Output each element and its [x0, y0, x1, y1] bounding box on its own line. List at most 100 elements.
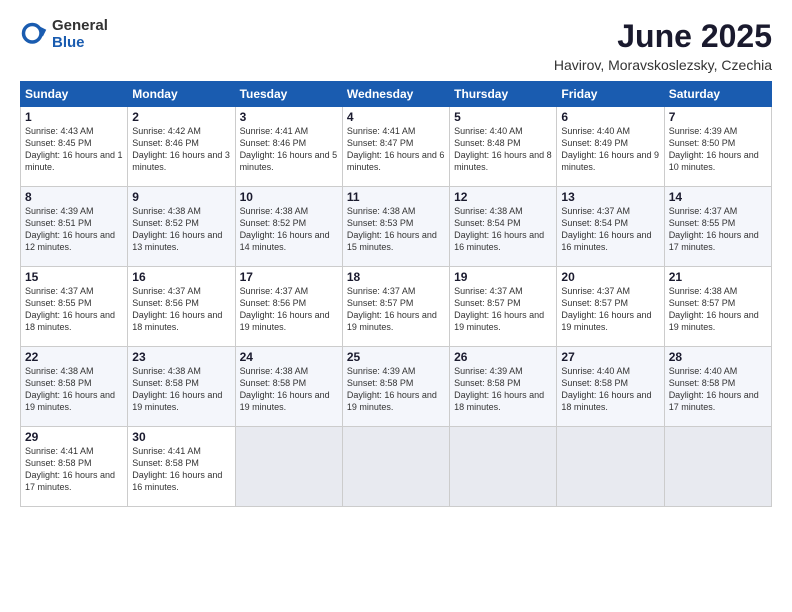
day-cell: 15Sunrise: 4:37 AMSunset: 8:55 PMDayligh… — [21, 267, 128, 347]
day-number: 11 — [347, 190, 445, 204]
calendar-table: SundayMondayTuesdayWednesdayThursdayFrid… — [20, 81, 772, 507]
weekday-sunday: Sunday — [21, 82, 128, 107]
week-row-2: 8Sunrise: 4:39 AMSunset: 8:51 PMDaylight… — [21, 187, 772, 267]
day-number: 8 — [25, 190, 123, 204]
day-cell: 14Sunrise: 4:37 AMSunset: 8:55 PMDayligh… — [664, 187, 771, 267]
weekday-saturday: Saturday — [664, 82, 771, 107]
day-number: 16 — [132, 270, 230, 284]
day-cell — [664, 427, 771, 507]
day-number: 25 — [347, 350, 445, 364]
day-cell: 2Sunrise: 4:42 AMSunset: 8:46 PMDaylight… — [128, 107, 235, 187]
day-detail: Sunrise: 4:43 AMSunset: 8:45 PMDaylight:… — [25, 125, 123, 174]
day-detail: Sunrise: 4:39 AMSunset: 8:50 PMDaylight:… — [669, 125, 767, 174]
header: General Blue June 2025 Havirov, Moravsko… — [20, 18, 772, 73]
week-row-1: 1Sunrise: 4:43 AMSunset: 8:45 PMDaylight… — [21, 107, 772, 187]
day-number: 4 — [347, 110, 445, 124]
day-detail: Sunrise: 4:41 AMSunset: 8:47 PMDaylight:… — [347, 125, 445, 174]
day-detail: Sunrise: 4:40 AMSunset: 8:48 PMDaylight:… — [454, 125, 552, 174]
day-cell: 23Sunrise: 4:38 AMSunset: 8:58 PMDayligh… — [128, 347, 235, 427]
weekday-friday: Friday — [557, 82, 664, 107]
day-cell: 25Sunrise: 4:39 AMSunset: 8:58 PMDayligh… — [342, 347, 449, 427]
day-cell — [342, 427, 449, 507]
calendar-page: General Blue June 2025 Havirov, Moravsko… — [0, 0, 792, 612]
day-number: 6 — [561, 110, 659, 124]
day-cell: 27Sunrise: 4:40 AMSunset: 8:58 PMDayligh… — [557, 347, 664, 427]
day-cell: 21Sunrise: 4:38 AMSunset: 8:57 PMDayligh… — [664, 267, 771, 347]
day-cell: 10Sunrise: 4:38 AMSunset: 8:52 PMDayligh… — [235, 187, 342, 267]
day-number: 30 — [132, 430, 230, 444]
day-number: 18 — [347, 270, 445, 284]
day-cell: 8Sunrise: 4:39 AMSunset: 8:51 PMDaylight… — [21, 187, 128, 267]
day-cell: 29Sunrise: 4:41 AMSunset: 8:58 PMDayligh… — [21, 427, 128, 507]
day-detail: Sunrise: 4:38 AMSunset: 8:58 PMDaylight:… — [25, 365, 123, 414]
day-number: 12 — [454, 190, 552, 204]
day-detail: Sunrise: 4:39 AMSunset: 8:58 PMDaylight:… — [347, 365, 445, 414]
day-cell: 11Sunrise: 4:38 AMSunset: 8:53 PMDayligh… — [342, 187, 449, 267]
day-cell: 13Sunrise: 4:37 AMSunset: 8:54 PMDayligh… — [557, 187, 664, 267]
day-detail: Sunrise: 4:37 AMSunset: 8:57 PMDaylight:… — [561, 285, 659, 334]
day-detail: Sunrise: 4:40 AMSunset: 8:58 PMDaylight:… — [669, 365, 767, 414]
day-cell — [450, 427, 557, 507]
day-number: 29 — [25, 430, 123, 444]
day-number: 7 — [669, 110, 767, 124]
day-cell: 18Sunrise: 4:37 AMSunset: 8:57 PMDayligh… — [342, 267, 449, 347]
day-number: 1 — [25, 110, 123, 124]
week-row-5: 29Sunrise: 4:41 AMSunset: 8:58 PMDayligh… — [21, 427, 772, 507]
logo-icon — [20, 21, 48, 49]
logo: General Blue — [20, 18, 108, 51]
day-number: 20 — [561, 270, 659, 284]
day-detail: Sunrise: 4:37 AMSunset: 8:55 PMDaylight:… — [25, 285, 123, 334]
day-number: 5 — [454, 110, 552, 124]
day-detail: Sunrise: 4:41 AMSunset: 8:58 PMDaylight:… — [132, 445, 230, 494]
day-detail: Sunrise: 4:40 AMSunset: 8:49 PMDaylight:… — [561, 125, 659, 174]
day-number: 13 — [561, 190, 659, 204]
day-number: 17 — [240, 270, 338, 284]
day-cell: 4Sunrise: 4:41 AMSunset: 8:47 PMDaylight… — [342, 107, 449, 187]
day-cell: 28Sunrise: 4:40 AMSunset: 8:58 PMDayligh… — [664, 347, 771, 427]
day-detail: Sunrise: 4:38 AMSunset: 8:58 PMDaylight:… — [240, 365, 338, 414]
day-cell: 30Sunrise: 4:41 AMSunset: 8:58 PMDayligh… — [128, 427, 235, 507]
day-cell: 12Sunrise: 4:38 AMSunset: 8:54 PMDayligh… — [450, 187, 557, 267]
day-detail: Sunrise: 4:38 AMSunset: 8:58 PMDaylight:… — [132, 365, 230, 414]
day-cell: 3Sunrise: 4:41 AMSunset: 8:46 PMDaylight… — [235, 107, 342, 187]
day-detail: Sunrise: 4:41 AMSunset: 8:58 PMDaylight:… — [25, 445, 123, 494]
day-detail: Sunrise: 4:38 AMSunset: 8:54 PMDaylight:… — [454, 205, 552, 254]
day-cell: 26Sunrise: 4:39 AMSunset: 8:58 PMDayligh… — [450, 347, 557, 427]
day-detail: Sunrise: 4:37 AMSunset: 8:55 PMDaylight:… — [669, 205, 767, 254]
logo-blue: Blue — [52, 35, 108, 52]
day-detail: Sunrise: 4:39 AMSunset: 8:51 PMDaylight:… — [25, 205, 123, 254]
day-number: 22 — [25, 350, 123, 364]
day-detail: Sunrise: 4:37 AMSunset: 8:57 PMDaylight:… — [454, 285, 552, 334]
day-detail: Sunrise: 4:37 AMSunset: 8:54 PMDaylight:… — [561, 205, 659, 254]
day-cell — [235, 427, 342, 507]
day-detail: Sunrise: 4:38 AMSunset: 8:52 PMDaylight:… — [132, 205, 230, 254]
logo-text: General Blue — [52, 18, 108, 51]
day-cell: 19Sunrise: 4:37 AMSunset: 8:57 PMDayligh… — [450, 267, 557, 347]
day-detail: Sunrise: 4:37 AMSunset: 8:56 PMDaylight:… — [240, 285, 338, 334]
day-detail: Sunrise: 4:38 AMSunset: 8:52 PMDaylight:… — [240, 205, 338, 254]
day-number: 9 — [132, 190, 230, 204]
day-detail: Sunrise: 4:37 AMSunset: 8:57 PMDaylight:… — [347, 285, 445, 334]
day-number: 2 — [132, 110, 230, 124]
day-number: 3 — [240, 110, 338, 124]
day-cell: 5Sunrise: 4:40 AMSunset: 8:48 PMDaylight… — [450, 107, 557, 187]
weekday-monday: Monday — [128, 82, 235, 107]
day-detail: Sunrise: 4:38 AMSunset: 8:53 PMDaylight:… — [347, 205, 445, 254]
day-detail: Sunrise: 4:41 AMSunset: 8:46 PMDaylight:… — [240, 125, 338, 174]
day-cell: 20Sunrise: 4:37 AMSunset: 8:57 PMDayligh… — [557, 267, 664, 347]
day-cell: 22Sunrise: 4:38 AMSunset: 8:58 PMDayligh… — [21, 347, 128, 427]
day-detail: Sunrise: 4:42 AMSunset: 8:46 PMDaylight:… — [132, 125, 230, 174]
logo-general: General — [52, 18, 108, 35]
day-cell: 6Sunrise: 4:40 AMSunset: 8:49 PMDaylight… — [557, 107, 664, 187]
day-detail: Sunrise: 4:40 AMSunset: 8:58 PMDaylight:… — [561, 365, 659, 414]
day-number: 10 — [240, 190, 338, 204]
day-detail: Sunrise: 4:39 AMSunset: 8:58 PMDaylight:… — [454, 365, 552, 414]
day-number: 14 — [669, 190, 767, 204]
day-detail: Sunrise: 4:38 AMSunset: 8:57 PMDaylight:… — [669, 285, 767, 334]
day-cell — [557, 427, 664, 507]
day-number: 24 — [240, 350, 338, 364]
week-row-3: 15Sunrise: 4:37 AMSunset: 8:55 PMDayligh… — [21, 267, 772, 347]
weekday-header-row: SundayMondayTuesdayWednesdayThursdayFrid… — [21, 82, 772, 107]
title-month: June 2025 — [554, 18, 772, 55]
day-number: 15 — [25, 270, 123, 284]
